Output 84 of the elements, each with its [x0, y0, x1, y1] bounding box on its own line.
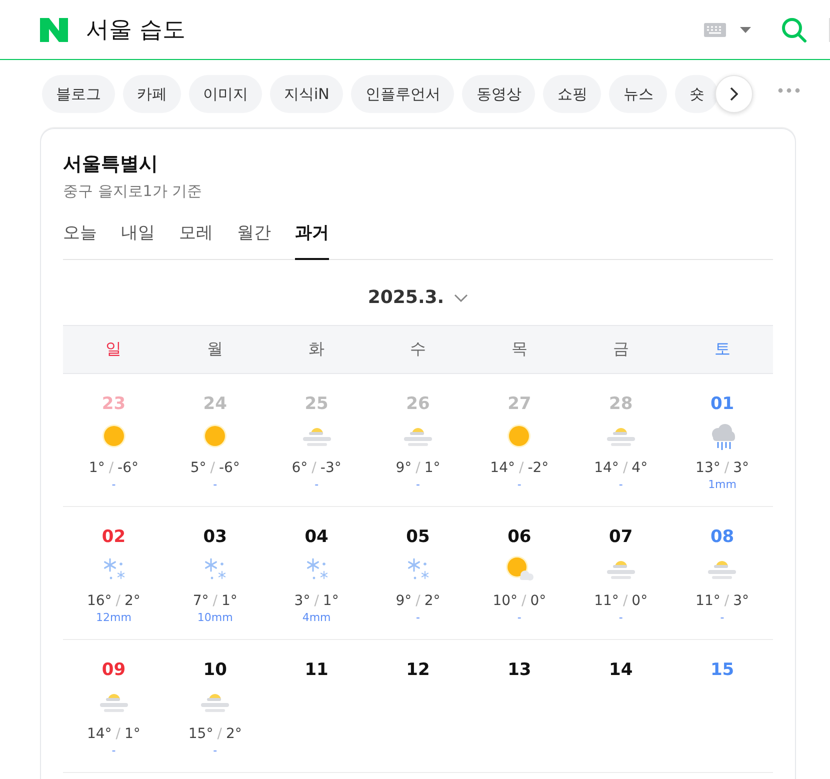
temperature-range: 10° / 0°: [492, 593, 546, 609]
logo-icon[interactable]: [40, 18, 68, 42]
forecast-tab[interactable]: 모레: [179, 213, 213, 260]
weekday-header: 월: [164, 325, 266, 374]
precipitation-text: -: [213, 744, 218, 757]
next-button[interactable]: [715, 75, 753, 113]
temperature-range: 7° / 1°: [192, 593, 238, 609]
weekday-header: 목: [468, 325, 570, 374]
weekday-header: 토: [672, 325, 773, 374]
search-icon[interactable]: [781, 16, 807, 42]
day-number: 12: [406, 660, 430, 680]
temperature-range: 9° / 1°: [396, 460, 440, 476]
category-chip[interactable]: 카페: [123, 75, 181, 113]
temperature-range: 9° / 2°: [396, 593, 440, 609]
temperature-range: 14° / 1°: [86, 726, 140, 742]
precipitation-text: 10mm: [197, 611, 233, 624]
day-number: 09: [102, 660, 126, 680]
temperature-range: 11° / 3°: [696, 593, 750, 609]
city-name: 서울특별시: [63, 152, 159, 177]
forecast-tab[interactable]: 과거: [295, 213, 329, 260]
category-chip[interactable]: 인플루언서: [351, 75, 454, 113]
precipitation-text: 1mm: [708, 478, 736, 491]
weekday-header: 일: [63, 325, 164, 374]
day-number: 14: [609, 660, 633, 680]
temperature-range: 1° / -6°: [88, 460, 139, 476]
day-number: 28: [609, 394, 633, 414]
category-chip[interactable]: 이미지: [189, 75, 262, 113]
precipitation-text: -: [517, 478, 522, 491]
day-number: 15: [710, 660, 734, 680]
precipitation-text: -: [720, 611, 724, 624]
day-number: 13: [508, 660, 532, 680]
category-chip[interactable]: 뉴스: [609, 75, 668, 113]
temperature-range: 16° / 2°: [86, 593, 140, 609]
forecast-tab[interactable]: 월간: [237, 213, 271, 260]
day-number: 07: [609, 527, 633, 547]
caret-icon[interactable]: [740, 26, 751, 32]
day-number: 10: [203, 660, 227, 680]
forecast-tab[interactable]: 내일: [121, 213, 155, 260]
day-number: 25: [304, 394, 328, 414]
precipitation-text: -: [112, 478, 116, 491]
month-selector[interactable]: 2025.3.: [362, 286, 474, 309]
temperature-range: 13° / 3°: [696, 460, 750, 476]
day-number: 02: [102, 527, 126, 547]
temperature-range: 15° / 2°: [188, 726, 242, 742]
day-number: 08: [710, 527, 734, 547]
day-number: 27: [508, 394, 532, 414]
category-chip[interactable]: 지식iN: [270, 75, 344, 113]
temperature-range: 11° / 0°: [594, 593, 648, 609]
weekday-header: 화: [266, 325, 368, 374]
precipitation-text: -: [416, 611, 420, 624]
precipitation-text: 4mm: [302, 611, 331, 624]
forecast-tab[interactable]: 오늘: [63, 213, 97, 260]
temperature-range: 3° / 1°: [294, 593, 339, 609]
day-number: 04: [304, 527, 328, 547]
location-text: 중구 을지로1가 기준: [63, 182, 204, 201]
category-chip[interactable]: 숏: [675, 75, 718, 113]
day-number: 24: [203, 394, 227, 414]
day-number: 06: [508, 527, 532, 547]
precipitation-text: 12mm: [96, 611, 132, 624]
day-number: 26: [406, 394, 430, 414]
temperature-range: 14° / 4°: [594, 460, 648, 476]
chevron-right-icon[interactable]: [730, 87, 738, 101]
chevron-down-icon[interactable]: [454, 294, 468, 302]
day-number: 01: [710, 394, 734, 414]
category-chip[interactable]: 블로그: [42, 75, 115, 113]
precipitation-text: -: [213, 478, 218, 491]
precipitation-text: -: [112, 744, 116, 757]
precipitation-text: -: [517, 611, 522, 624]
category-chip[interactable]: 동영상: [462, 75, 536, 113]
precipitation-text: -: [618, 611, 623, 624]
temperature-range: 14° / -2°: [490, 460, 549, 476]
day-number: 23: [102, 394, 126, 414]
weekday-header: 금: [570, 325, 672, 374]
precipitation-text: -: [618, 478, 623, 491]
precipitation-text: -: [314, 478, 319, 491]
day-number: 05: [406, 527, 430, 547]
weekday-header: 수: [367, 325, 469, 374]
day-number: 11: [304, 660, 328, 680]
day-number: 03: [203, 527, 227, 547]
temperature-range: 6° / -3°: [292, 460, 342, 476]
search-query[interactable]: 서울 습도: [86, 14, 686, 45]
precipitation-text: -: [416, 478, 420, 491]
temperature-range: 5° / -6°: [190, 460, 240, 476]
category-chip[interactable]: 쇼핑: [543, 75, 602, 113]
